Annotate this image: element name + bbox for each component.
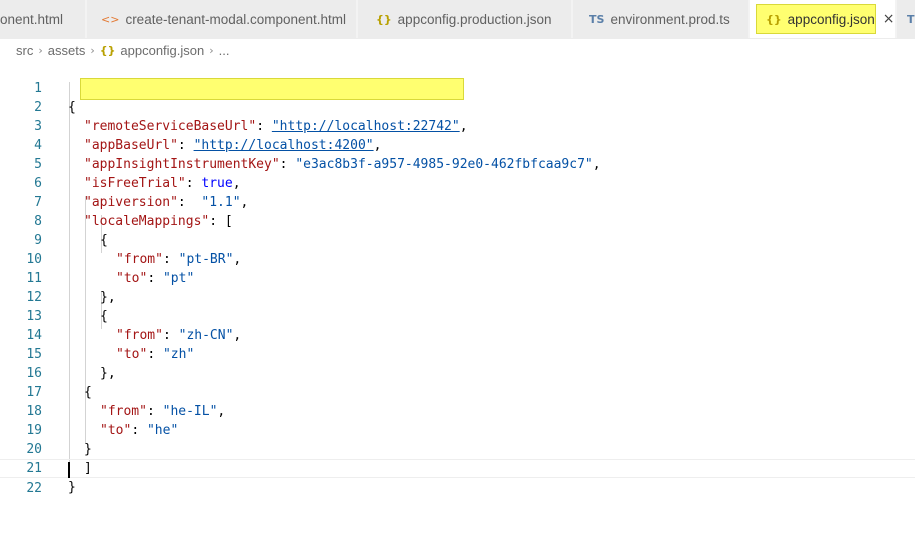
tab-label: onent.html xyxy=(0,11,64,27)
code-line: 8 { xyxy=(0,193,915,248)
chevron-right-icon: › xyxy=(90,43,95,57)
json-icon: {} xyxy=(766,12,782,26)
ts-icon: TS xyxy=(907,12,915,26)
code-line: 15 }, xyxy=(0,326,915,381)
code-line: 7 "localeMappings": [ xyxy=(0,174,915,229)
code-line: 2 "remoteServiceBaseUrl": "http://localh… xyxy=(0,79,915,134)
close-icon[interactable]: × xyxy=(883,11,895,27)
chevron-right-icon: › xyxy=(209,43,214,57)
ts-icon: TS xyxy=(589,12,605,26)
code-line: 3 "appBaseUrl": "http://localhost:4200", xyxy=(0,98,915,153)
chevron-right-icon: › xyxy=(38,43,43,57)
html-icon: <> xyxy=(101,12,120,26)
code-text: } xyxy=(68,480,76,495)
breadcrumb-item-assets[interactable]: assets xyxy=(48,43,86,58)
tab-label: create-tenant-modal.component.html xyxy=(125,11,347,27)
tab-component-html[interactable]: onent.html xyxy=(0,0,86,38)
code-line: 20 ] xyxy=(0,421,915,476)
code-line: 17 "from": "he-IL", xyxy=(0,364,915,419)
code-line: 5 "isFreeTrial": true, xyxy=(0,136,915,191)
tab-appconfig-production[interactable]: {} appconfig.production.json xyxy=(358,0,572,38)
code-line: 13 "from": "zh-CN", xyxy=(0,288,915,343)
json-icon: {} xyxy=(376,12,392,26)
text-cursor xyxy=(68,462,70,478)
code-line: 11 }, xyxy=(0,250,915,305)
tab-appconfig-json[interactable]: {} appconfig.json × xyxy=(750,0,896,38)
code-line: 21 } xyxy=(0,440,915,495)
breadcrumb-item-symbols[interactable]: ... xyxy=(219,43,230,58)
json-icon: {} xyxy=(99,43,116,57)
tab-label: environment.prod.ts xyxy=(610,11,730,27)
code-editor[interactable]: 1 { 2 "remoteServiceBaseUrl": "http://lo… xyxy=(0,60,915,496)
tab-label: appconfig.production.json xyxy=(397,11,552,27)
code-line: 19 } xyxy=(0,402,915,457)
breadcrumb-item-file[interactable]: appconfig.json xyxy=(120,43,204,58)
breadcrumb-item-src[interactable]: src xyxy=(16,43,33,58)
code-line: 18 "to": "he" xyxy=(0,383,915,438)
tab-create-tenant-modal[interactable]: <> create-tenant-modal.component.html xyxy=(87,0,357,38)
tab-label: appconfig.json xyxy=(787,11,875,27)
code-line: 16 { xyxy=(0,345,915,400)
line-number: 22 xyxy=(26,481,42,496)
tab-next-ts[interactable]: TS xyxy=(897,0,915,38)
code-line: 4 "appInsightInstrumentKey": "e3ac8b3f-a… xyxy=(0,117,915,172)
code-line: 12 { xyxy=(0,269,915,324)
tab-environment-prod[interactable]: TS environment.prod.ts xyxy=(573,0,749,38)
tab-bar: onent.html <> create-tenant-modal.compon… xyxy=(0,0,915,39)
code-line: 6 "apiversion": "1.1", xyxy=(0,155,915,210)
breadcrumb: src › assets › {} appconfig.json › ... xyxy=(16,40,230,60)
code-line: 9 "from": "pt-BR", xyxy=(0,212,915,267)
code-line-current: 22 xyxy=(0,459,915,496)
code-line: 1 { xyxy=(0,60,915,115)
code-line: 14 "to": "zh" xyxy=(0,307,915,362)
code-line: 10 "to": "pt" xyxy=(0,231,915,286)
